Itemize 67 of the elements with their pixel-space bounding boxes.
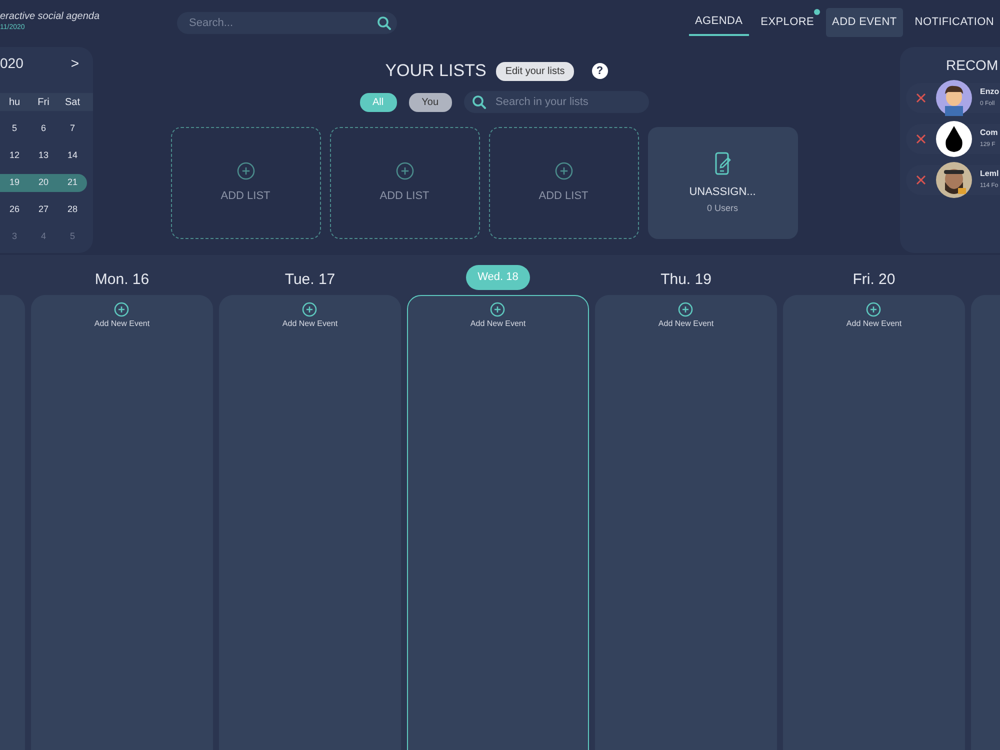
plus-circle-icon	[866, 302, 882, 317]
section-title: YOUR LISTS	[385, 60, 486, 82]
add-list-card[interactable]: ADD LIST	[330, 127, 480, 239]
plus-circle-icon	[678, 302, 694, 317]
day-label: Thu. 19	[660, 270, 712, 290]
day-label: Fri. 20	[852, 270, 896, 290]
calendar-day[interactable]: 28	[58, 203, 87, 217]
help-icon[interactable]: ?	[592, 63, 608, 79]
card-label: ADD LIST	[538, 188, 588, 204]
calendar-day[interactable]: 13	[29, 149, 58, 163]
plus-circle-icon	[490, 302, 506, 317]
close-icon[interactable]	[916, 92, 926, 103]
calendar-day[interactable]: 6	[29, 122, 58, 136]
search-icon	[472, 95, 486, 109]
calendar-day[interactable]: 27	[29, 203, 58, 217]
card-label: ADD LIST	[380, 188, 430, 204]
weekday-label: hu	[8, 96, 22, 110]
card-label: UNASSIGN...	[689, 184, 756, 200]
user-name[interactable]: Leml	[980, 168, 999, 180]
calendar-day[interactable]: 26	[0, 203, 29, 217]
calendar-day[interactable]: 5	[0, 122, 29, 136]
calendar-day[interactable]: 21	[58, 176, 87, 190]
add-event-button[interactable]: Add New Event	[846, 302, 902, 330]
selected-week-bar[interactable]: 19 20 21	[0, 174, 87, 192]
weekday-label: Sat	[64, 96, 81, 110]
selected-day-chip: Wed. 18	[466, 265, 530, 290]
add-event-button[interactable]: ADD EVENT	[826, 8, 903, 37]
calendar-day[interactable]: 20	[29, 176, 58, 190]
notification-dot	[814, 9, 820, 16]
calendar-day[interactable]: 7	[58, 122, 87, 136]
user-count: 0 Users	[706, 202, 738, 215]
nav-link[interactable]: NOTIFICATION	[908, 10, 1000, 35]
calendar-day[interactable]: 12	[0, 149, 29, 163]
list-card[interactable]: UNASSIGN... 0 Users	[648, 127, 798, 239]
add-event-button[interactable]: Add New Event	[470, 302, 526, 330]
add-event-button[interactable]: Add New Event	[94, 302, 150, 330]
plus-circle-icon	[396, 162, 414, 180]
plus-circle-icon	[236, 162, 254, 180]
day-label: Tue. 17	[284, 270, 336, 290]
edit-lists-button[interactable]: Edit your lists	[496, 62, 574, 80]
add-event-button[interactable]: Add New Event	[658, 302, 714, 330]
add-list-card[interactable]: ADD LIST	[488, 127, 638, 239]
search-field[interactable]: Search in your lists	[464, 91, 648, 113]
plus-circle-icon	[554, 162, 572, 180]
calendar-day[interactable]: 14	[58, 149, 87, 163]
user-name[interactable]: Enzo	[980, 86, 1000, 98]
nav-link[interactable]: AGENDA	[689, 9, 749, 36]
plus-circle-icon	[114, 302, 130, 317]
search-input[interactable]: Search in your lists	[494, 91, 640, 113]
panel-title: RECOM	[946, 56, 1000, 75]
card-label: ADD LIST	[220, 188, 270, 204]
filter-chip[interactable]: You	[408, 92, 452, 112]
close-icon[interactable]	[916, 174, 926, 185]
close-icon[interactable]	[916, 134, 926, 144]
plus-circle-icon	[302, 302, 318, 317]
search-icon	[377, 16, 391, 30]
add-list-card[interactable]: ADD LIST	[170, 127, 320, 239]
next-month-button[interactable]: >	[70, 53, 79, 87]
add-event-button[interactable]: Add New Event	[282, 302, 338, 330]
app-tagline: eractive social agenda	[0, 11, 101, 24]
user-name[interactable]: Com	[980, 127, 998, 139]
calendar-day[interactable]: 19	[0, 176, 29, 190]
calendar-title: 020	[0, 54, 24, 73]
phone-edit-icon	[712, 150, 732, 176]
day-label: Mon. 16	[94, 270, 150, 290]
weekday-label: Fri	[36, 96, 50, 110]
nav-link[interactable]: EXPLORE	[754, 10, 820, 35]
